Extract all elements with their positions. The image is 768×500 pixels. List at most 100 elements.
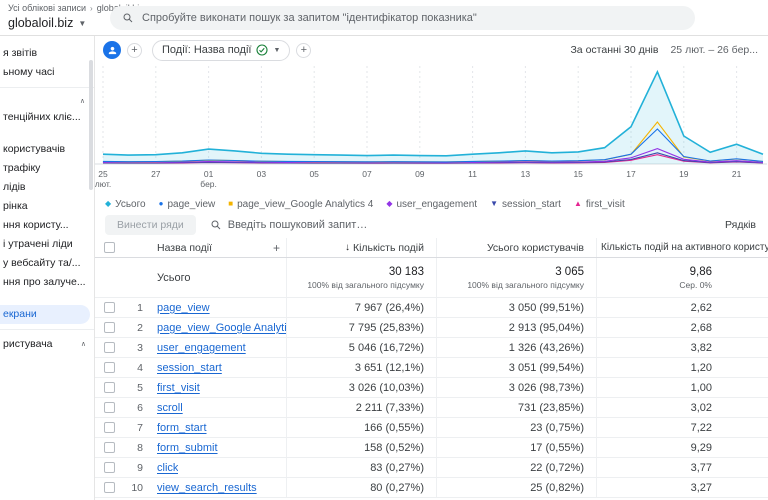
table-row[interactable]: 7 form_start 166 (0,55%) 23 (0,75%) 7,22 [95,418,768,438]
event-count-cell: 3 026 (10,03%) [286,378,436,397]
add-comparison-button[interactable]: + [127,42,142,58]
sidebar-item[interactable]: трафіку [0,159,94,178]
column-header-total-users[interactable]: Усього користувачів [487,242,584,254]
event-name-link[interactable]: view_search_results [157,482,257,494]
row-checkbox[interactable] [103,342,115,353]
event-name-link[interactable]: form_submit [157,442,218,454]
sidebar-nav: я звітів ьному часі ∧ тенційних кліє... кори… [0,36,95,500]
sidebar-item[interactable]: ння про залуче... [0,273,94,292]
svg-text:09: 09 [415,169,425,179]
sidebar-item[interactable]: ння користу... [0,216,94,235]
table-row[interactable]: 9 click 83 (0,27%) 22 (0,72%) 3,77 [95,458,768,478]
report-content: + Події: Назва події ▼ + За останні 30 д… [95,36,768,500]
event-name-link[interactable]: form_start [157,422,207,434]
sidebar-item[interactable]: екрани [0,305,90,324]
row-checkbox[interactable] [103,302,115,313]
chevron-down-icon: ▼ [78,18,87,28]
series-name: page_view [167,198,216,210]
row-checkbox[interactable] [103,422,115,433]
svg-text:15: 15 [573,169,583,179]
event-count-cell: 7 967 (26,4%) [286,298,436,317]
table-row[interactable]: 5 first_visit 3 026 (10,03%) 3 026 (98,73%)… [95,378,768,398]
svg-text:03: 03 [257,169,267,179]
all-users-segment-icon[interactable] [103,41,121,59]
row-checkbox[interactable] [103,362,115,373]
global-search[interactable] [110,6,695,30]
sidebar-item[interactable]: ьному часі [0,63,94,82]
column-header-event-name[interactable]: Назва події [157,242,212,254]
property-name: globaloil.biz [8,16,74,30]
dimension-chip[interactable]: Події: Назва події ▼ [152,39,291,61]
sidebar-item[interactable]: рінка [0,197,94,216]
svg-text:13: 13 [521,169,531,179]
sidebar-item[interactable]: я звітів [0,44,94,63]
sidebar-item[interactable]: користувачів [0,140,94,159]
row-checkbox[interactable] [103,382,115,393]
table-row[interactable]: 4 session_start 3 651 (12,1%) 3 051 (99,54%… [95,358,768,378]
person-icon [108,46,116,54]
svg-text:01: 01 [204,169,214,179]
sidebar-item[interactable]: у вебсайту та/... [0,254,94,273]
total-users-cell: 1 326 (43,26%) [436,338,596,357]
series-name: session_start [502,198,561,210]
series-marker-icon: ■ [228,199,234,208]
row-index: 7 [137,421,143,434]
property-selector[interactable]: globaloil.biz ▼ [8,16,86,30]
total-users-cell: 731 (23,85%) [436,398,596,417]
total-users-cell: 3 050 (99,51%) [436,298,596,317]
event-name-link[interactable]: page_view [157,302,210,314]
sidebar-section-toggle[interactable]: ∧ [0,93,94,108]
event-name-link[interactable]: first_visit [157,382,200,394]
table-row[interactable]: 1 page_view 7 967 (26,4%) 3 050 (99,51%) 2,6… [95,298,768,318]
add-column-button[interactable]: + [273,241,286,255]
table-row[interactable]: 2 page_view_Google Analytics 47 795 (25,8… [95,318,768,338]
legend-item: ▲ first_visit [574,199,625,210]
sidebar-scrollbar[interactable] [89,60,93,190]
table-search-input[interactable] [227,219,418,231]
row-checkbox[interactable] [103,482,115,493]
event-name-link[interactable]: click [157,462,178,474]
table-row[interactable]: 3 user_engagement 5 046 (16,72%) 1 326 (43,… [95,338,768,358]
chevron-up-icon: ∧ [79,97,85,105]
sidebar-item[interactable]: тенційних кліє... [0,108,94,127]
event-name-link[interactable]: user_engagement [157,342,246,354]
svg-text:17: 17 [626,169,636,179]
events-chart[interactable]: 25лют. 27 01бер. 03 05 07 09 11 13 15 17 19 21 [95,60,767,196]
add-dimension-button[interactable]: + [296,42,312,58]
date-range-label[interactable]: За останні 30 днів [570,44,658,56]
sidebar-item[interactable]: лідів [0,178,94,197]
table-row[interactable]: 10 view_search_results 80 (0,27%) 25 (0,82%… [95,478,768,498]
event-name-link[interactable]: session_start [157,362,222,374]
sidebar-divider [0,87,94,88]
column-header-event-count[interactable]: Кількість подій [353,242,424,254]
events-per-user-cell: 3,77 [596,458,768,477]
sidebar-item[interactable]: ристувача ∧ [0,335,94,354]
event-name-link[interactable]: scroll [157,402,183,414]
totals-row: Усього 30 183 100% від загального підсум… [95,258,768,298]
event-count-cell: 7 795 (25,83%) [286,318,436,337]
row-checkbox[interactable] [103,462,115,473]
series-name: user_engagement [396,198,478,210]
legend-item: ■ page_view_Google Analytics 4 [228,199,373,210]
dimension-chip-label: Події: Назва події [162,44,252,56]
event-name-link[interactable]: page_view_Google Analytics 4 [157,322,286,334]
rows-per-page[interactable]: Рядків [725,219,758,231]
sidebar-item[interactable]: і утрачені ліди [0,235,94,254]
global-search-input[interactable] [142,12,683,24]
select-all-checkbox[interactable] [103,242,115,253]
table-search[interactable] [210,219,418,231]
pull-rows-button[interactable]: Винести ряди [105,215,196,235]
total-users-cell: 3 026 (98,73%) [436,378,596,397]
breadcrumb-root[interactable]: Усі облікові записи [8,3,86,13]
column-header-events-per-user[interactable]: Кількість подій на активного користувача [596,238,768,257]
events-per-user-cell: 2,68 [596,318,768,337]
row-checkbox[interactable] [103,402,115,413]
svg-text:лют.: лют. [95,179,111,189]
date-range-value[interactable]: 25 лют. – 26 бер... [670,44,758,56]
table-row[interactable]: 8 form_submit 158 (0,52%) 17 (0,55%) 9,29 [95,438,768,458]
row-checkbox[interactable] [103,322,115,333]
table-row[interactable]: 6 scroll 2 211 (7,33%) 731 (23,85%) 3,02 [95,398,768,418]
sort-desc-icon[interactable]: ↓ [345,242,350,253]
row-checkbox[interactable] [103,442,115,453]
chevron-down-icon: ▼ [273,46,281,54]
